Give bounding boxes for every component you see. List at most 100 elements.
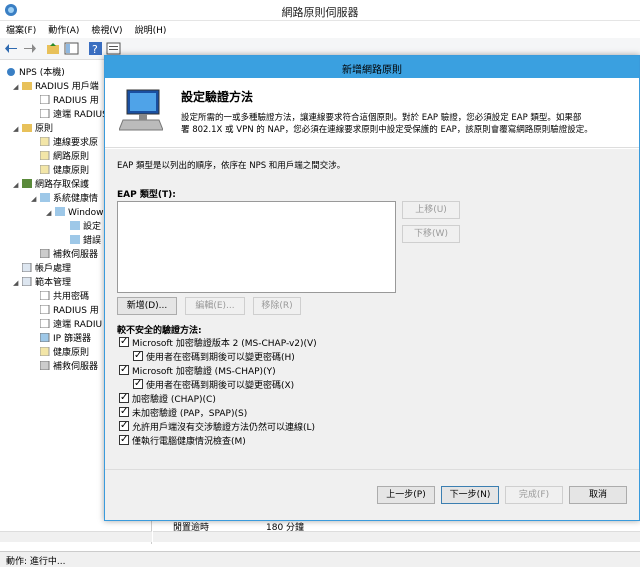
tree-node-connection-request[interactable]: 連線要求原 <box>40 137 98 150</box>
dialog-title-bar[interactable]: 新增網路原則 <box>105 56 639 78</box>
mschapv2-change-password-checkbox[interactable]: 使用者在密碼到期後可以變更密碼(H) <box>133 349 295 364</box>
page-heading: 設定驗證方法 <box>181 90 254 104</box>
health-check-only-checkbox[interactable]: 僅執行電腦健康情況檢查(M) <box>119 433 246 448</box>
back-button[interactable]: 上一步(P) <box>377 486 435 504</box>
finish-button[interactable]: 完成(F) <box>505 486 563 504</box>
chart-icon <box>70 221 80 230</box>
tree-node-shared-secrets[interactable]: 共用密碼 <box>40 291 89 304</box>
chap-checkbox[interactable]: 加密驗證 (CHAP)(C) <box>119 391 216 406</box>
policy-icon <box>40 151 50 160</box>
expand-arrow-icon[interactable]: ◢ <box>13 125 18 133</box>
dialog-footer: 上一步(P) 下一步(N) 完成(F) 取消 <box>105 469 639 520</box>
remove-eap-button[interactable]: 移除(R) <box>253 297 301 315</box>
pap-spap-checkbox[interactable]: 未加密驗證 (PAP，SPAP)(S) <box>119 405 247 420</box>
tree-node-error[interactable]: 錯誤 <box>70 235 101 248</box>
template-icon <box>22 277 32 286</box>
expand-arrow-icon[interactable]: ◢ <box>13 83 18 91</box>
tree-node-remote-radius-tpl[interactable]: 遠端 RADIU <box>40 319 102 332</box>
allow-no-method-checkbox[interactable]: 允許用戶端沒有交涉驗證方法仍然可以連線(L) <box>119 419 315 434</box>
cancel-button[interactable]: 取消 <box>569 486 627 504</box>
tree-node-accounting[interactable]: 帳戶處理 <box>22 263 71 276</box>
menu-file[interactable]: 檔案(F) <box>0 21 42 36</box>
tree-node-health-policies[interactable]: 健康原則 <box>40 165 89 178</box>
mschap-checkbox[interactable]: Microsoft 加密驗證 (MS-CHAP)(Y) <box>119 363 276 378</box>
help-icon[interactable]: ? <box>88 41 103 56</box>
menu-help[interactable]: 說明(H) <box>129 21 173 36</box>
tree-node-windows-shv[interactable]: Window <box>55 207 104 220</box>
checkbox-box[interactable] <box>119 363 129 376</box>
main-window-title: 網路原則伺服器 <box>281 6 359 19</box>
checkbox-box[interactable] <box>133 349 143 362</box>
tree-node-network-policies[interactable]: 網路原則 <box>40 151 89 164</box>
tree-node-templates[interactable]: 範本管理 <box>22 277 71 290</box>
checkbox-box[interactable] <box>119 405 129 418</box>
checkbox-box[interactable] <box>119 335 129 348</box>
server-icon <box>40 361 50 370</box>
tree-node-ip-filters[interactable]: IP 篩選器 <box>40 333 91 346</box>
menu-bar: 檔案(F) 動作(A) 檢視(V) 說明(H) <box>0 21 640 38</box>
tree-horizontal-scrollbar[interactable] <box>0 531 152 542</box>
move-down-button[interactable]: 下移(W) <box>402 225 460 243</box>
eap-types-list[interactable] <box>117 201 396 293</box>
mschapv2-checkbox[interactable]: Microsoft 加密驗證版本 2 (MS-CHAP-v2)(V) <box>119 335 317 350</box>
chart-icon <box>70 235 80 244</box>
folder-icon <box>22 124 32 132</box>
description-line-2: 署 802.1X 或 VPN 的 NAP，您必須在連線要求原則中設定受保護的 E… <box>181 125 593 135</box>
tree-node-settings[interactable]: 設定 <box>70 221 101 234</box>
list-icon <box>40 305 50 314</box>
checkbox-box[interactable] <box>119 419 129 432</box>
tree-node-remediation[interactable]: 補救伺服器 <box>40 249 98 262</box>
nps-icon <box>7 68 15 76</box>
add-eap-button[interactable]: 新增(D)... <box>117 297 177 315</box>
tree-node-policies[interactable]: 原則 <box>22 123 53 136</box>
chart-icon <box>55 207 65 216</box>
eap-info-text: EAP 類型是以列出的順序，依序在 NPS 和用戶端之間交涉。 <box>117 161 346 171</box>
next-button[interactable]: 下一步(N) <box>441 486 499 504</box>
list-icon <box>40 109 50 118</box>
properties-icon[interactable] <box>106 41 121 56</box>
back-arrow-icon[interactable] <box>4 41 19 56</box>
tree-node-radius-clients[interactable]: RADIUS 用戶端 <box>22 81 99 94</box>
checkbox-box[interactable] <box>119 391 129 404</box>
svg-text:?: ? <box>92 43 98 56</box>
tree-node-nap[interactable]: 網路存取保護 <box>22 179 89 192</box>
expand-arrow-icon[interactable]: ◢ <box>46 209 51 217</box>
tree-node-health-policies-tpl[interactable]: 健康原則 <box>40 347 89 360</box>
tree-node-remote-radius[interactable]: 遠端 RADIUS <box>40 109 108 122</box>
policy-icon <box>40 347 50 356</box>
shield-icon <box>22 179 32 188</box>
mschap-change-password-checkbox[interactable]: 使用者在密碼到期後可以變更密碼(X) <box>133 377 294 392</box>
policy-icon <box>40 137 50 146</box>
dialog-header: 設定驗證方法 設定所需的一或多種驗證方法，讓連線要求符合這個原則。對於 EAP … <box>105 78 639 148</box>
tree-node-radius-client-tpl[interactable]: RADIUS 用 <box>40 305 99 318</box>
edit-eap-button[interactable]: 編輯(E)... <box>185 297 245 315</box>
main-title-bar: 網路原則伺服器 <box>0 0 640 21</box>
show-hide-tree-icon[interactable] <box>64 41 79 56</box>
less-secure-methods-label: 較不安全的驗證方法: <box>117 326 202 336</box>
expand-arrow-icon[interactable]: ◢ <box>13 279 18 287</box>
list-icon <box>40 291 50 300</box>
checkbox-box[interactable] <box>133 377 143 390</box>
up-folder-icon[interactable] <box>46 41 61 56</box>
checkbox-box[interactable] <box>119 433 129 446</box>
list-icon <box>40 319 50 328</box>
menu-view[interactable]: 檢視(V) <box>85 21 128 36</box>
move-up-button[interactable]: 上移(U) <box>402 201 460 219</box>
tree-node-root[interactable]: NPS (本機) <box>6 67 65 80</box>
expand-arrow-icon[interactable]: ◢ <box>13 181 18 189</box>
expand-arrow-icon[interactable]: ◢ <box>31 195 36 203</box>
tree-node-radius-client[interactable]: RADIUS 用 <box>40 95 99 108</box>
details-horizontal-scrollbar[interactable] <box>153 531 640 542</box>
description-line-1: 設定所需的一或多種驗證方法，讓連線要求符合這個原則。對於 EAP 驗證，您必須設… <box>181 113 582 123</box>
computer-monitor-icon <box>119 89 163 131</box>
tree-node-remediation-tpl[interactable]: 補救伺服器 <box>40 361 98 374</box>
eap-types-label: EAP 類型(T): <box>117 190 176 200</box>
new-network-policy-dialog: 新增網路原則 設定驗證方法 設定所需的一或多種驗證方法，讓連線要求符合這個原則。… <box>104 55 640 521</box>
dialog-body: EAP 類型是以列出的順序，依序在 NPS 和用戶端之間交涉。 EAP 類型(T… <box>105 149 639 469</box>
server-icon <box>40 249 50 258</box>
tree-node-shv[interactable]: 系統健康情 <box>40 193 98 206</box>
menu-action[interactable]: 動作(A) <box>42 21 85 36</box>
filter-icon <box>40 333 50 342</box>
forward-arrow-icon[interactable] <box>22 41 37 56</box>
list-icon <box>40 95 50 104</box>
